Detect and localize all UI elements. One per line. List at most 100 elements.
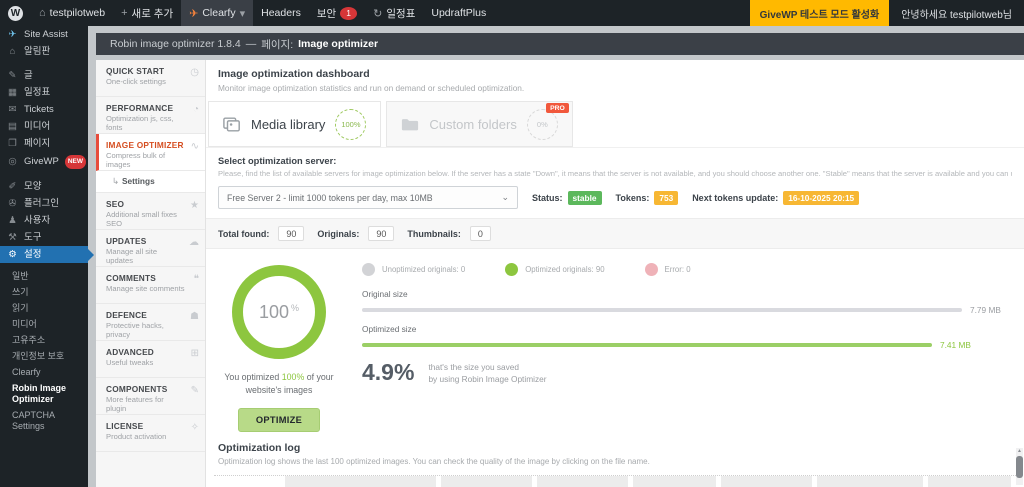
originals-label: Originals:	[317, 228, 360, 239]
tab-percent-badge: 100%	[335, 108, 367, 140]
menu-item-title: PERFORMANCE	[106, 103, 174, 113]
legend-optimized: Optimized originals: 90	[505, 263, 605, 276]
total-found-value: 90	[278, 226, 305, 241]
optimize-button[interactable]: OPTIMIZE	[237, 407, 321, 432]
original-size-value: 7.79 MB	[970, 305, 1001, 315]
menu-item-comments[interactable]: COMMENTS Manage site comments ❝	[96, 267, 205, 304]
submenu-permalinks[interactable]: 고유주소	[0, 332, 88, 348]
legend-label: Unoptimized originals: 0	[382, 265, 466, 274]
menu-item-components[interactable]: COMPONENTS More features for plugin ✎	[96, 378, 205, 415]
sidebar-item-label: Tickets	[24, 103, 54, 115]
sidebar-item-pages[interactable]: ❐ 페이지	[0, 135, 88, 152]
updraftplus-link[interactable]: UpdraftPlus	[423, 0, 494, 26]
sidebar-item-calendar[interactable]: ▦ 일정표	[0, 84, 88, 101]
sidebar-item-users[interactable]: ♟ 사용자	[0, 212, 88, 229]
menu-item-quick-start[interactable]: QUICK START One-click settings ◷	[96, 60, 205, 97]
menu-item-advanced[interactable]: ADVANCED Useful tweaks ⊞	[96, 341, 205, 378]
clearfy-menu[interactable]: ✈ Clearfy ▾	[181, 0, 254, 26]
menu-item-subtitle: Compress bulk of images	[106, 151, 166, 169]
server-title: Select optimization server:	[218, 156, 337, 166]
page-title: Image optimizer	[298, 38, 379, 50]
menu-item-subtitle: One-click settings	[106, 77, 166, 86]
sidebar-item-tools[interactable]: ⚒ 도구	[0, 229, 88, 246]
sidebar-item-label: 도구	[24, 231, 42, 243]
site-home-link[interactable]: ⌂ testpilotweb	[31, 0, 113, 26]
dashboard-icon: ⌂	[9, 45, 16, 57]
submenu-robin-image-optimizer[interactable]: Robin Image Optimizer	[0, 380, 88, 407]
submenu-reading[interactable]: 읽기	[0, 300, 88, 316]
wordpress-logo-icon: W	[8, 5, 23, 21]
sidebar-item-settings[interactable]: ⚙ 설정	[0, 246, 94, 263]
submenu-general[interactable]: 일반	[0, 268, 88, 284]
star-icon: ★	[190, 200, 199, 211]
tab-custom-folders[interactable]: Custom folders 0% PRO	[386, 101, 573, 147]
scrollbar-thumb[interactable]	[1016, 456, 1023, 478]
menu-item-license[interactable]: LICENSE Product activation ✧	[96, 415, 205, 452]
wp-logo-menu[interactable]: W	[0, 0, 31, 26]
submenu-captcha-settings[interactable]: CAPTCHA Settings	[0, 407, 88, 434]
tab-media-library[interactable]: Media library 100%	[208, 101, 382, 147]
optimization-chart: 100% You optimized 100% of your website'…	[206, 249, 1024, 434]
menu-item-performance[interactable]: PERFORMANCE Optimization js, css, fonts …	[96, 97, 205, 134]
menu-item-subtitle: Protective hacks, privacy	[106, 321, 164, 339]
givewp-icon: ◎	[8, 155, 17, 167]
menu-item-updates[interactable]: UPDATES Manage all site updates ☁	[96, 230, 205, 267]
headers-link[interactable]: Headers	[253, 0, 309, 26]
sidebar-item-dashboard[interactable]: ⌂ 알림판	[0, 43, 88, 60]
tab-label: Media library	[251, 116, 326, 132]
sidebar-item-appearance[interactable]: ✐ 모양	[0, 178, 88, 195]
plugin-icon: ✇	[8, 197, 17, 209]
sidebar-item-givewp[interactable]: ◎ GiveWP NEW	[0, 152, 88, 171]
submenu-clearfy[interactable]: Clearfy	[0, 364, 88, 380]
scroll-up-icon[interactable]: ▲	[1016, 448, 1023, 454]
column-initial-size: Inital size	[440, 475, 532, 487]
menu-item-title: UPDATES	[106, 236, 147, 246]
sidebar-item-label: Site Assist	[24, 28, 68, 40]
optimization-log-table: File name Inital size Current size WebP …	[214, 475, 1016, 487]
menu-item-image-optimizer[interactable]: IMAGE OPTIMIZER Compress bulk of images …	[96, 134, 205, 171]
menu-subitem-settings[interactable]: ↳ Settings	[96, 171, 205, 193]
dashboard-subtitle: Monitor image optimization statistics an…	[218, 83, 525, 93]
menu-item-defence[interactable]: DEFENCE Protective hacks, privacy ☗	[96, 304, 205, 341]
gear-icon: ⚙	[8, 248, 17, 260]
schedule-link[interactable]: ↻ 일정표	[365, 0, 423, 26]
menu-item-title: DEFENCE	[106, 310, 148, 320]
givewp-test-mode-button[interactable]: GiveWP 테스트 모드 활성화	[749, 0, 890, 26]
user-greeting[interactable]: 안녕하세요 testpilotweb님	[889, 6, 1024, 21]
new-item-link[interactable]: + 새로 추가	[113, 0, 181, 26]
sidebar-item-tickets[interactable]: ✉ Tickets	[0, 101, 88, 118]
server-row: Free Server 2 - limit 1000 tokens per da…	[218, 186, 1012, 209]
submenu-media[interactable]: 미디어	[0, 316, 88, 332]
submenu-writing[interactable]: 쓰기	[0, 284, 88, 300]
sidebar-item-media[interactable]: ▤ 미디어	[0, 118, 88, 135]
security-link[interactable]: 보안 1	[309, 0, 365, 26]
sub-arrow-icon: ↳	[112, 176, 119, 186]
sidebar-item-site-assist[interactable]: ✈ Site Assist	[0, 26, 88, 43]
status-label: Status:	[532, 192, 563, 203]
sidebar-item-label: 글	[24, 69, 33, 81]
submenu-privacy[interactable]: 개인정보 보호	[0, 348, 88, 364]
pen-icon: ✎	[190, 385, 199, 396]
sidebar-item-plugins[interactable]: ✇ 플러그인	[0, 195, 88, 212]
chart-right: Unoptimized originals: 0 Optimized origi…	[340, 262, 1012, 432]
menu-subitem-label: Settings	[121, 176, 155, 186]
shield-icon: ☗	[190, 311, 199, 322]
server-select[interactable]: Free Server 2 - limit 1000 tokens per da…	[218, 186, 518, 209]
server-tokens: Tokens: 753	[616, 190, 679, 205]
pencil-icon: ✎	[8, 69, 17, 81]
page-scrollbar[interactable]: ▲	[1016, 448, 1023, 485]
plugin-menu: QUICK START One-click settings ◷ PERFORM…	[96, 60, 206, 487]
dashboard-title: Image optimization dashboard	[218, 68, 370, 80]
column-file-name: File name	[284, 475, 436, 487]
chart-icon: ∿	[190, 141, 199, 152]
menu-item-subtitle: Manage site comments	[106, 284, 185, 293]
column-webp-size: WebP size	[632, 475, 716, 487]
calendar-icon: ▦	[8, 86, 17, 98]
sidebar-item-posts[interactable]: ✎ 글	[0, 67, 88, 84]
pages-icon: ❐	[8, 137, 17, 149]
server-status: Status: stable	[532, 190, 602, 205]
menu-item-subtitle: Optimization js, css, fonts	[106, 114, 174, 132]
menu-item-seo[interactable]: SEO Additional small fixes SEO ★	[96, 193, 205, 230]
grid-icon: ⊞	[190, 348, 199, 359]
brush-icon: ✐	[8, 180, 17, 192]
